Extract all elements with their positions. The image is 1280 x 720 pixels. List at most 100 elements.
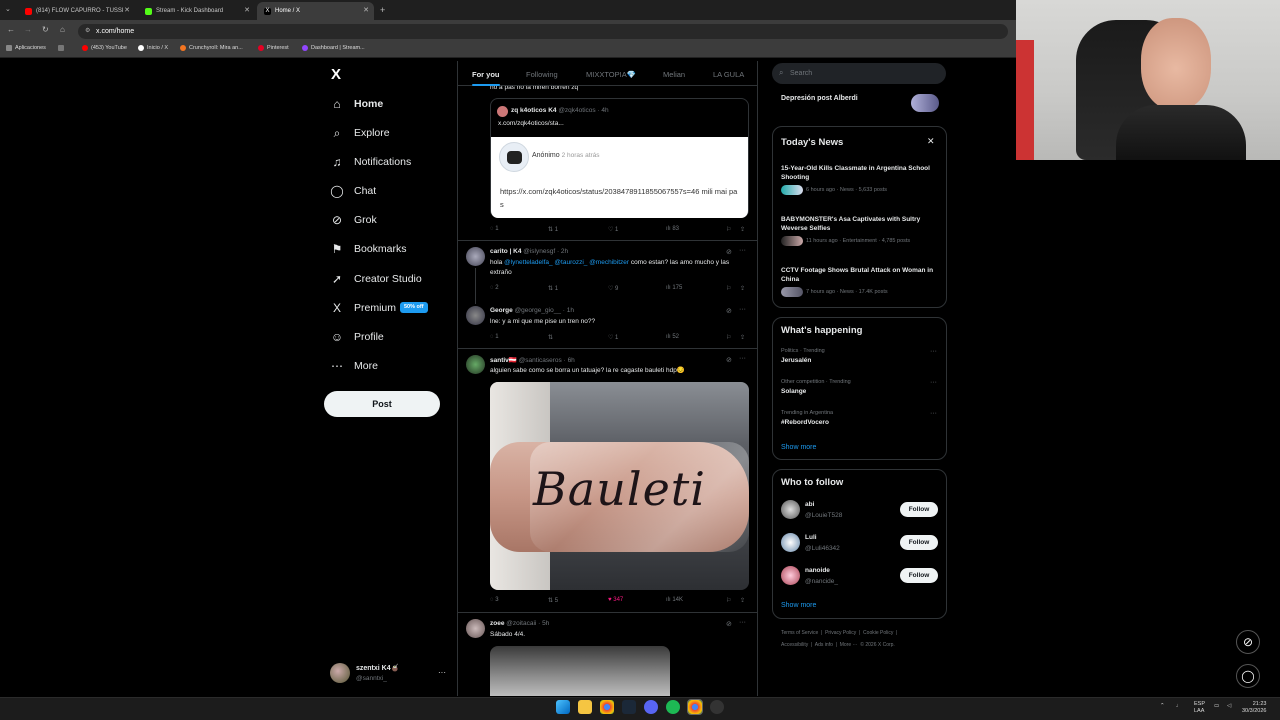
sidebar-item-profile[interactable]: ☺ Profile: [330, 326, 384, 348]
trend-item[interactable]: Politics · Trending Jerusalén ···: [781, 348, 941, 365]
grok-fab-icon[interactable]: ⊘: [1236, 630, 1260, 654]
sidebar-item-notifications[interactable]: ♫ Notifications: [330, 151, 412, 173]
show-more-trends[interactable]: Show more: [781, 444, 816, 451]
grok-icon[interactable]: ⊘: [726, 356, 732, 364]
trend-name[interactable]: Depresión post Alberdi: [781, 95, 858, 102]
reply-button[interactable]: ◌ 1: [490, 226, 499, 232]
views-button[interactable]: ılı 52: [666, 334, 679, 340]
tab-search-icon[interactable]: ⌄: [5, 5, 11, 13]
reply-button[interactable]: ◌ 2: [490, 285, 499, 291]
like-button[interactable]: ♥ 347: [608, 597, 623, 603]
news-item[interactable]: 15-Year-Old Kills Classmate in Argentina…: [781, 164, 936, 195]
retweet-button[interactable]: ⇅ 5: [548, 597, 558, 604]
footer-links[interactable]: Terms of Service | Privacy Policy | Cook…: [781, 630, 897, 636]
views-button[interactable]: ılı 14K: [666, 597, 683, 603]
bookmark-dashboard[interactable]: Dashboard | Stream...: [302, 45, 365, 51]
tweet-image[interactable]: Bauleti: [490, 382, 749, 590]
news-item[interactable]: BABYMONSTER's Asa Captivates with Sultry…: [781, 215, 941, 246]
more-options-icon[interactable]: ···: [930, 379, 937, 386]
follow-button[interactable]: Follow: [900, 535, 938, 550]
like-button[interactable]: ♡ 9: [608, 285, 618, 292]
home-button-icon[interactable]: ⌂: [60, 25, 65, 34]
tweet-image[interactable]: [490, 646, 670, 696]
tab-for-you[interactable]: For you: [472, 70, 500, 86]
start-icon[interactable]: [556, 700, 570, 714]
more-options-icon[interactable]: ···: [930, 410, 937, 417]
retweet-button[interactable]: ⇅: [548, 334, 553, 341]
avatar[interactable]: [781, 566, 800, 585]
follow-button[interactable]: Follow: [900, 568, 938, 583]
sidebar-item-bookmarks[interactable]: ⚑ Bookmarks: [330, 238, 407, 260]
close-icon[interactable]: ✕: [363, 6, 369, 14]
views-button[interactable]: ılı 175: [666, 285, 682, 291]
avatar[interactable]: [466, 306, 485, 325]
grok-icon[interactable]: ⊘: [726, 620, 732, 628]
grok-icon[interactable]: ⊘: [726, 248, 732, 256]
url-input[interactable]: x.com/home: [78, 24, 1008, 39]
browser-tab-youtube[interactable]: (814) FLOW CAPURRO - TUSSI ✕: [18, 2, 135, 20]
retweet-button[interactable]: ⇅ 1: [548, 285, 558, 292]
volume-icon[interactable]: ◁: [1227, 703, 1231, 709]
sidebar-item-home[interactable]: ⌂ Home: [330, 93, 383, 115]
trend-item[interactable]: Other competition · Trending Solange ···: [781, 379, 941, 396]
bookmark-icon[interactable]: ⚐: [726, 334, 731, 341]
more-options-icon[interactable]: ···: [739, 355, 746, 362]
discord-icon[interactable]: [644, 700, 658, 714]
account-avatar[interactable]: [330, 663, 350, 683]
bookmark-grid[interactable]: [58, 45, 64, 51]
more-options-icon[interactable]: ···: [930, 348, 937, 355]
x-logo-icon[interactable]: X: [331, 66, 341, 83]
share-icon[interactable]: ⇪: [740, 334, 745, 341]
show-more-follow[interactable]: Show more: [781, 602, 816, 609]
more-options-icon[interactable]: ···: [739, 306, 746, 313]
like-button[interactable]: ♡ 1: [608, 226, 618, 233]
share-icon[interactable]: ⇪: [740, 226, 745, 233]
account-more-icon[interactable]: ···: [438, 668, 446, 677]
bookmark-youtube[interactable]: (453) YouTube: [82, 45, 127, 51]
more-options-icon[interactable]: ···: [739, 247, 746, 254]
retweet-button[interactable]: ⇅ 1: [548, 226, 558, 233]
bookmark-icon[interactable]: ⚐: [726, 226, 731, 233]
new-tab-icon[interactable]: +: [380, 5, 385, 15]
bookmark-crunchyroll[interactable]: Crunchyroll: Mira an...: [180, 45, 243, 51]
mic-icon[interactable]: ♩: [1176, 703, 1182, 709]
grok-icon[interactable]: ⊘: [726, 307, 732, 315]
sidebar-item-premium[interactable]: X Premium: [330, 297, 396, 319]
chrome-icon[interactable]: [600, 700, 614, 714]
close-icon[interactable]: ✕: [927, 136, 935, 147]
bookmark-apps[interactable]: Aplicaciones: [6, 45, 46, 51]
tray-chevron-icon[interactable]: ⌃: [1160, 703, 1165, 709]
network-icon[interactable]: ▭: [1214, 703, 1219, 709]
clock[interactable]: 21:23 30/3/2026: [1242, 701, 1266, 715]
share-icon[interactable]: ⇪: [740, 597, 745, 604]
like-button[interactable]: ♡ 1: [608, 334, 618, 341]
search-input[interactable]: Search: [772, 63, 946, 84]
views-button[interactable]: ılı 83: [666, 226, 679, 232]
reply-button[interactable]: ◌ 1: [490, 334, 499, 340]
bookmark-x[interactable]: Inicio / X: [138, 45, 168, 51]
bookmark-icon[interactable]: ⚐: [726, 597, 731, 604]
bookmark-icon[interactable]: ⚐: [726, 285, 731, 292]
sidebar-item-grok[interactable]: ⊘ Grok: [330, 209, 377, 231]
close-icon[interactable]: ✕: [244, 6, 250, 14]
reload-icon[interactable]: ↻: [42, 25, 49, 34]
chrome-active-icon[interactable]: [687, 699, 703, 715]
browser-tab-kick[interactable]: Stream - Kick Dashboard ✕: [138, 2, 255, 20]
sidebar-item-more[interactable]: ⋯ More: [330, 355, 378, 377]
bookmark-pinterest[interactable]: Pinterest: [258, 45, 289, 51]
avatar[interactable]: [466, 355, 485, 374]
forward-icon[interactable]: →: [24, 25, 32, 34]
obs-icon[interactable]: [710, 700, 724, 714]
tab-melian[interactable]: Melian: [663, 70, 685, 79]
avatar[interactable]: [781, 500, 800, 519]
browser-tab-x[interactable]: X Home / X ✕: [257, 2, 374, 20]
reply-button[interactable]: ◌ 3: [490, 597, 499, 603]
mentions-link[interactable]: @lynetteladelfa_ @taurozzi_ @mechibitzer: [504, 259, 629, 266]
tab-mixxtopia[interactable]: MIXXTOPIA💎: [586, 70, 636, 79]
tab-following[interactable]: Following: [526, 70, 558, 79]
site-info-icon[interactable]: ⚙: [85, 27, 90, 34]
avatar[interactable]: [466, 619, 485, 638]
more-options-icon[interactable]: ···: [739, 619, 746, 626]
spotify-icon[interactable]: [666, 700, 680, 714]
follow-button[interactable]: Follow: [900, 502, 938, 517]
